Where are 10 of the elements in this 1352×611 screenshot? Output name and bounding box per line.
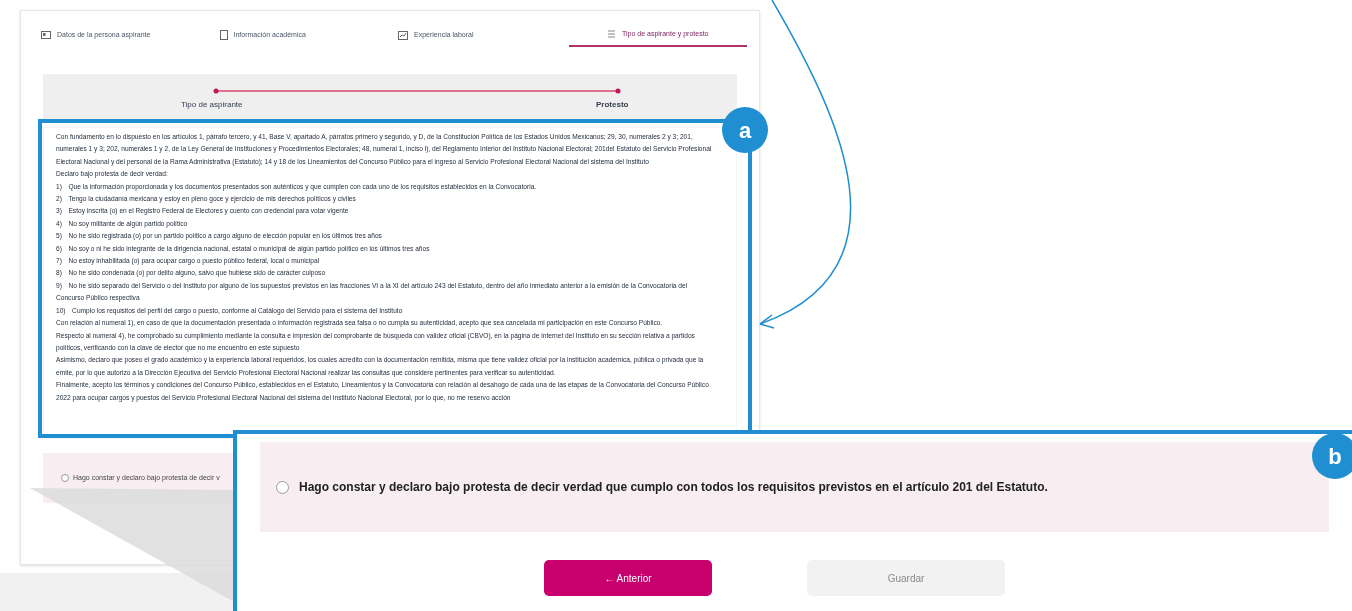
step-label: Protesto <box>596 99 629 111</box>
document-icon <box>219 30 228 40</box>
statement-text: Hago constar y declaro bajo protesta de decir verdad que cumplo con todos los requisitos previstos en el artículo 201 del Estatuto. <box>299 479 1048 496</box>
chart-icon <box>398 30 408 40</box>
step-label: Tipo de aspirante <box>181 99 243 111</box>
id-card-icon <box>41 31 51 39</box>
list-icon <box>607 30 616 38</box>
button[interactable]: ← Anterior <box>544 560 712 596</box>
checkbox[interactable] <box>276 480 289 494</box>
checkbox[interactable] <box>61 474 69 482</box>
